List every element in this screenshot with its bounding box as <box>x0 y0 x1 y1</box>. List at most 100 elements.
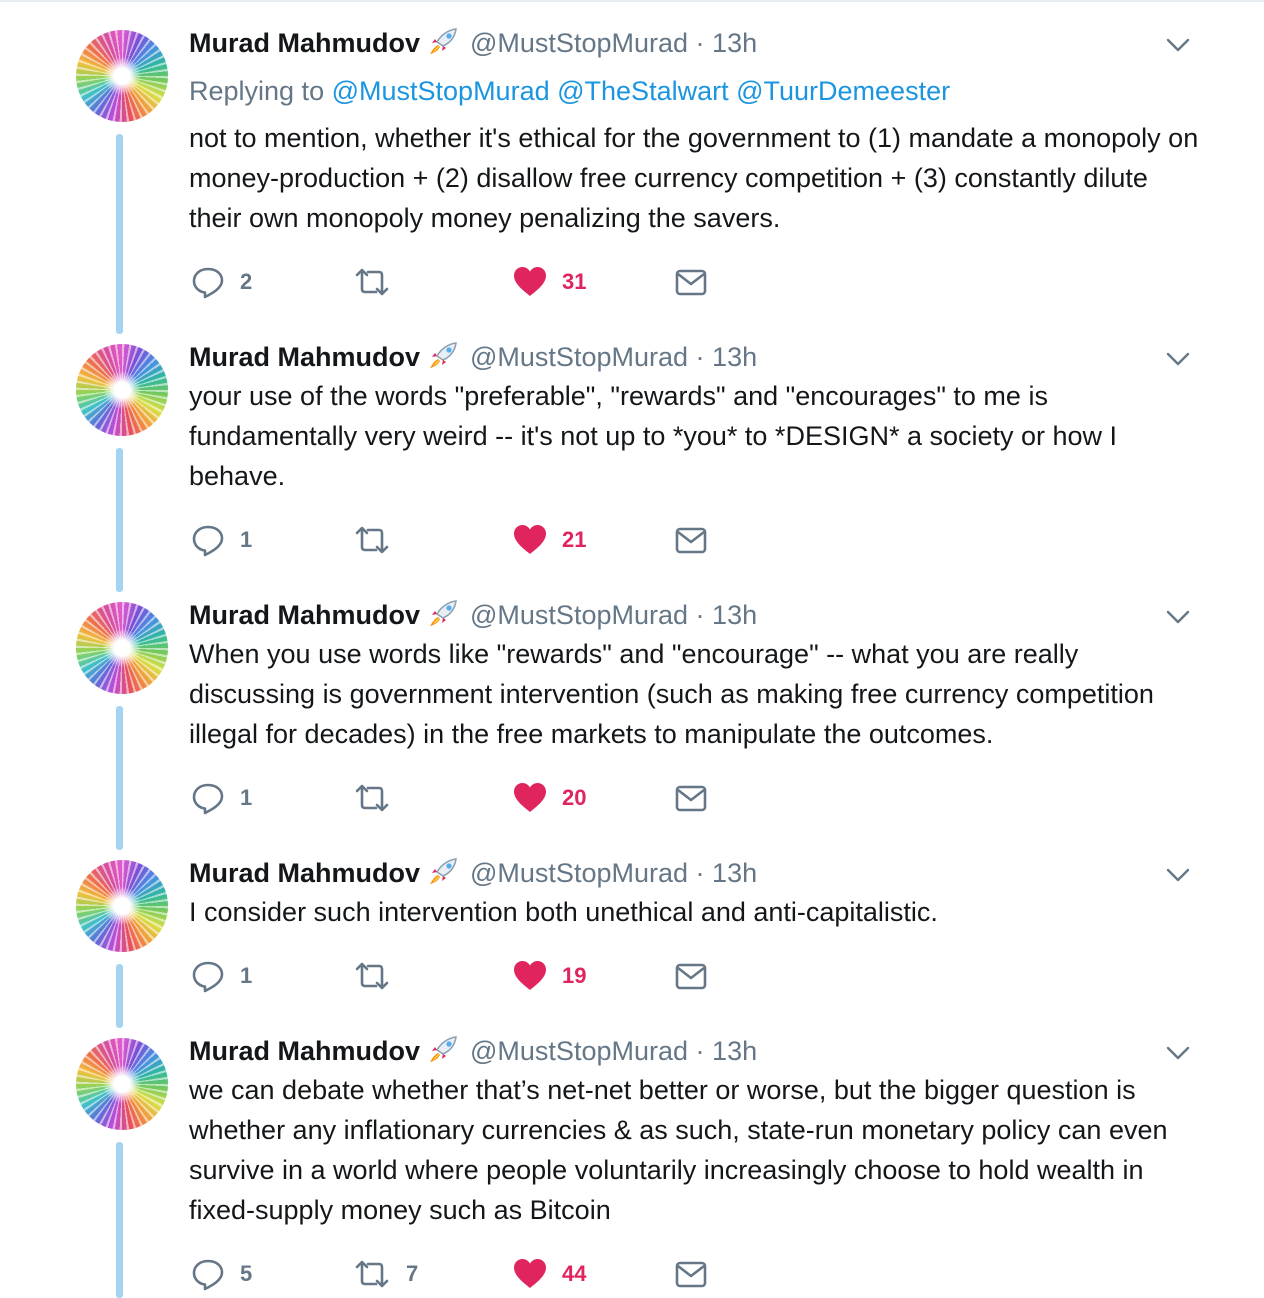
retweet-button[interactable]: 7 <box>352 1256 418 1292</box>
direct-message-button[interactable] <box>674 522 708 558</box>
envelope-icon <box>674 780 708 816</box>
direct-message-button[interactable] <box>674 958 708 994</box>
author-handle[interactable]: @MustStopMurad <box>470 28 688 58</box>
mention-link[interactable]: @MustStopMurad <box>332 76 550 106</box>
avatar[interactable] <box>76 602 168 694</box>
like-count: 21 <box>562 527 587 552</box>
retweet-icon <box>352 958 392 994</box>
reply-button[interactable]: 5 <box>190 1256 252 1292</box>
like-button[interactable]: 31 <box>512 264 586 300</box>
tweet-actions: 2 31 <box>190 264 730 300</box>
reply-button[interactable]: 2 <box>190 264 252 300</box>
thread-line <box>116 448 123 592</box>
like-button[interactable]: 21 <box>512 522 586 558</box>
timestamp[interactable]: 13h <box>712 28 757 58</box>
heart-icon <box>512 780 548 816</box>
reply-count: 1 <box>240 527 253 552</box>
tweet: Murad Mahmudov @MustStopMurad · 13h your … <box>0 330 1264 592</box>
tweet-actions: 1 19 <box>190 958 730 994</box>
tweet-text: When you use words like "rewards" and "e… <box>189 639 1154 749</box>
avatar[interactable] <box>76 30 168 122</box>
heart-icon <box>512 1256 548 1292</box>
replying-to: Replying to @MustStopMurad @TheStalwart … <box>189 74 950 108</box>
rocket-emoji-icon <box>426 340 462 370</box>
like-button[interactable]: 44 <box>512 1256 586 1292</box>
retweet-button[interactable] <box>352 958 406 994</box>
retweet-icon <box>352 522 392 558</box>
direct-message-button[interactable] <box>674 780 708 816</box>
author-handle[interactable]: @MustStopMurad <box>470 342 688 372</box>
separator-dot: · <box>695 342 705 372</box>
tweet-text: I consider such intervention both unethi… <box>189 897 938 927</box>
reply-count: 5 <box>240 1261 253 1286</box>
chevron-down-icon[interactable] <box>1166 351 1190 367</box>
heart-icon <box>512 958 548 994</box>
avatar[interactable] <box>76 860 168 952</box>
heart-icon <box>512 522 548 558</box>
tweet: Murad Mahmudov @MustStopMurad · 13h Reply… <box>0 0 1264 334</box>
separator-dot: · <box>695 858 705 888</box>
rocket-emoji-icon <box>426 1034 462 1064</box>
retweet-icon <box>352 1256 392 1292</box>
reply-icon <box>190 1256 226 1292</box>
tweet: Murad Mahmudov @MustStopMurad · 13h When … <box>0 588 1264 850</box>
retweet-count: 7 <box>406 1261 419 1286</box>
reply-count: 1 <box>240 963 253 988</box>
reply-button[interactable]: 1 <box>190 522 252 558</box>
avatar[interactable] <box>76 1038 168 1130</box>
author-name[interactable]: Murad Mahmudov <box>189 858 420 888</box>
reply-icon <box>190 264 226 300</box>
retweet-button[interactable] <box>352 780 406 816</box>
tweet-actions: 1 20 <box>190 780 730 816</box>
reply-button[interactable]: 1 <box>190 958 252 994</box>
chevron-down-icon[interactable] <box>1166 1045 1190 1061</box>
envelope-icon <box>674 264 708 300</box>
tweet: Murad Mahmudov @MustStopMurad · 13h we ca… <box>0 1024 1264 1298</box>
thread-line <box>116 134 123 334</box>
author-handle[interactable]: @MustStopMurad <box>470 1036 688 1066</box>
avatar[interactable] <box>76 344 168 436</box>
tweet: Murad Mahmudov @MustStopMurad · 13h I con… <box>0 846 1264 1028</box>
tweet-header: Murad Mahmudov @MustStopMurad · 13h <box>189 598 757 632</box>
like-button[interactable]: 20 <box>512 780 586 816</box>
direct-message-button[interactable] <box>674 1256 708 1292</box>
reply-icon <box>190 958 226 994</box>
author-name[interactable]: Murad Mahmudov <box>189 1036 420 1066</box>
tweet-header: Murad Mahmudov @MustStopMurad · 13h <box>189 856 757 890</box>
retweet-button[interactable] <box>352 264 406 300</box>
mention-link[interactable]: @TuurDemeester <box>736 76 950 106</box>
like-button[interactable]: 19 <box>512 958 586 994</box>
author-name[interactable]: Murad Mahmudov <box>189 600 420 630</box>
tweet-actions: 1 21 <box>190 522 730 558</box>
reply-button[interactable]: 1 <box>190 780 252 816</box>
timestamp[interactable]: 13h <box>712 342 757 372</box>
tweet-header: Murad Mahmudov @MustStopMurad · 13h <box>189 1034 757 1068</box>
thread-line <box>116 706 123 850</box>
chevron-down-icon[interactable] <box>1166 867 1190 883</box>
separator-dot: · <box>695 1036 705 1066</box>
timestamp[interactable]: 13h <box>712 600 757 630</box>
rocket-emoji-icon <box>426 26 462 56</box>
timestamp[interactable]: 13h <box>712 1036 757 1066</box>
direct-message-button[interactable] <box>674 264 708 300</box>
thread-line <box>116 1142 123 1298</box>
thread-line <box>116 964 123 1028</box>
retweet-icon <box>352 780 392 816</box>
chevron-down-icon[interactable] <box>1166 37 1190 53</box>
envelope-icon <box>674 522 708 558</box>
heart-icon <box>512 264 548 300</box>
author-handle[interactable]: @MustStopMurad <box>470 600 688 630</box>
chevron-down-icon[interactable] <box>1166 609 1190 625</box>
like-count: 20 <box>562 785 587 810</box>
retweet-icon <box>352 264 392 300</box>
retweet-button[interactable] <box>352 522 406 558</box>
envelope-icon <box>674 958 708 994</box>
author-handle[interactable]: @MustStopMurad <box>470 858 688 888</box>
author-name[interactable]: Murad Mahmudov <box>189 28 420 58</box>
timestamp[interactable]: 13h <box>712 858 757 888</box>
mention-link[interactable]: @TheStalwart <box>557 76 728 106</box>
author-name[interactable]: Murad Mahmudov <box>189 342 420 372</box>
envelope-icon <box>674 1256 708 1292</box>
like-count: 44 <box>562 1261 587 1286</box>
rocket-emoji-icon <box>426 598 462 628</box>
